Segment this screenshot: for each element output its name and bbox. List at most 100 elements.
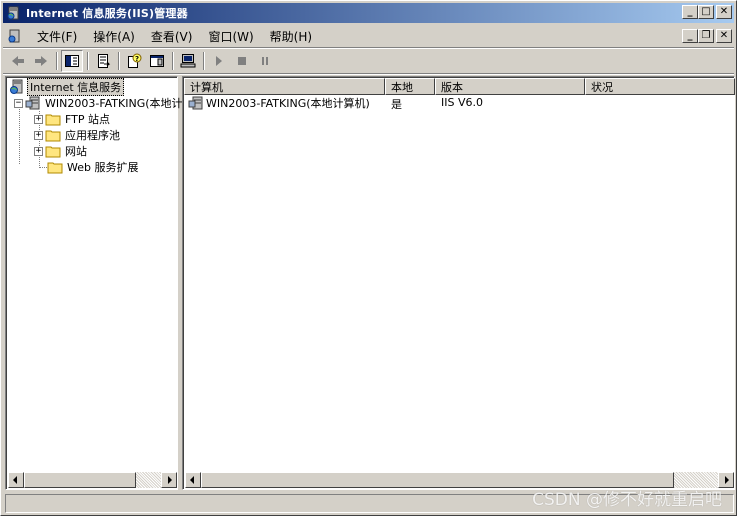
mmc-document-icon[interactable] xyxy=(7,28,23,44)
tree-item-web-extensions[interactable]: Web 服务扩展 xyxy=(47,159,140,175)
show-hide-tree-icon xyxy=(65,55,79,67)
scroll-left-icon xyxy=(13,476,17,484)
column-header-local[interactable]: 本地 xyxy=(385,78,435,95)
tree-item-app-pools[interactable]: + 应用程序池 xyxy=(34,127,122,143)
start-icon xyxy=(216,56,222,66)
title-bar[interactable]: Internet 信息服务(IIS)管理器 _ □ ✕ xyxy=(3,3,734,23)
back-icon xyxy=(12,56,24,66)
scroll-left-button[interactable] xyxy=(185,472,201,488)
folder-icon xyxy=(47,162,63,174)
list-pane[interactable]: 计算机 本地 版本 状况 WIN2003-FATKING(本地计算机) 是 II… xyxy=(182,76,735,490)
maximize-button[interactable]: □ xyxy=(698,5,714,19)
tree-pane-inner: Internet 信息服务 − WIN2003-FATKING(本地计算机) + xyxy=(6,77,209,489)
column-header-computer[interactable]: 计算机 xyxy=(184,78,385,95)
tree-pane[interactable]: Internet 信息服务 − WIN2003-FATKING(本地计算机) + xyxy=(5,76,209,490)
properties-icon xyxy=(150,55,164,67)
list-pane-inner: 计算机 本地 版本 状况 WIN2003-FATKING(本地计算机) 是 II… xyxy=(183,77,735,489)
scroll-left-icon xyxy=(190,476,194,484)
properties-button[interactable] xyxy=(146,50,168,72)
column-header-label: 状况 xyxy=(591,80,613,94)
server-icon xyxy=(188,96,203,110)
expand-icon[interactable]: + xyxy=(34,146,43,156)
column-header-label: 版本 xyxy=(441,80,463,94)
pause-icon xyxy=(262,57,268,65)
tree-item-websites[interactable]: + 网站 xyxy=(34,143,89,159)
toolbar-separator xyxy=(87,52,89,70)
collapse-icon[interactable]: − xyxy=(14,98,23,108)
tree-horizontal-scrollbar[interactable] xyxy=(8,472,177,488)
svg-text:?: ? xyxy=(135,55,139,63)
maximize-icon: □ xyxy=(701,6,711,17)
menu-help[interactable]: 帮助(H) xyxy=(262,26,320,47)
scroll-right-button[interactable] xyxy=(161,472,177,488)
minimize-icon: _ xyxy=(687,30,693,41)
watermark: CSDN @修不好就重启吧 xyxy=(532,490,722,510)
tree-item-ftp-sites[interactable]: + FTP 站点 xyxy=(34,111,112,127)
iis-manager-window: Internet 信息服务(IIS)管理器 _ □ ✕ 文件(F) 操作(A) … xyxy=(0,0,737,516)
cell-computer-text: WIN2003-FATKING(本地计算机) xyxy=(206,97,370,110)
close-icon: ✕ xyxy=(719,30,729,41)
table-row[interactable]: WIN2003-FATKING(本地计算机) 是 IIS V6.0 xyxy=(184,95,733,111)
tree-root[interactable]: Internet 信息服务 xyxy=(9,78,125,96)
cell-computer: WIN2003-FATKING(本地计算机) xyxy=(188,95,370,111)
export-list-icon xyxy=(98,54,111,68)
scroll-right-icon xyxy=(168,476,172,484)
tree-item-label: FTP 站点 xyxy=(65,113,110,126)
minimize-button[interactable]: _ xyxy=(682,5,698,19)
connect-computer-button[interactable] xyxy=(177,50,199,72)
tree-item-label: Web 服务扩展 xyxy=(67,161,139,174)
show-hide-tree-button[interactable] xyxy=(61,50,83,72)
menu-window[interactable]: 窗口(W) xyxy=(200,26,261,47)
toolbar-separator xyxy=(118,52,120,70)
server-icon xyxy=(25,96,40,110)
folder-icon xyxy=(45,130,61,142)
back-button[interactable] xyxy=(7,50,29,72)
iis-app-icon xyxy=(7,6,19,20)
cell-version: IIS V6.0 xyxy=(441,96,483,109)
menu-action[interactable]: 操作(A) xyxy=(85,26,143,47)
mdi-close-button[interactable]: ✕ xyxy=(716,29,732,43)
forward-button[interactable] xyxy=(30,50,52,72)
folder-icon xyxy=(45,114,61,126)
tree-root-label: Internet 信息服务 xyxy=(27,78,125,96)
folder-icon xyxy=(45,146,61,158)
scroll-left-button[interactable] xyxy=(8,472,24,488)
computer-icon xyxy=(180,54,196,68)
menu-view[interactable]: 查看(V) xyxy=(143,26,201,47)
forward-icon xyxy=(35,56,47,66)
stop-icon xyxy=(238,57,246,65)
minimize-icon: _ xyxy=(687,6,693,17)
toolbar-separator-bottom xyxy=(3,73,734,75)
toolbar-separator xyxy=(203,52,205,70)
expand-icon[interactable]: + xyxy=(34,114,43,124)
toolbar-separator xyxy=(172,52,174,70)
tree-connector xyxy=(39,167,47,168)
tree-item-label: 应用程序池 xyxy=(65,129,120,142)
restore-icon: ❐ xyxy=(701,30,711,41)
mdi-restore-button[interactable]: ❐ xyxy=(698,29,714,43)
tree-item-label: 网站 xyxy=(65,145,87,158)
menu-file[interactable]: 文件(F) xyxy=(29,26,85,47)
export-list-button[interactable] xyxy=(92,50,114,72)
tree-connector xyxy=(19,103,20,164)
close-button[interactable]: ✕ xyxy=(716,5,732,19)
scroll-thumb[interactable] xyxy=(24,472,136,488)
expand-icon[interactable]: + xyxy=(34,130,43,140)
column-header-label: 本地 xyxy=(391,80,413,94)
menu-bar: 文件(F) 操作(A) 查看(V) 窗口(W) 帮助(H) _ ❐ ✕ xyxy=(3,25,734,47)
help-button[interactable]: ? xyxy=(123,50,145,72)
column-header-version[interactable]: 版本 xyxy=(435,78,585,95)
scroll-right-icon xyxy=(725,476,729,484)
help-icon: ? xyxy=(128,53,142,68)
column-header-status[interactable]: 状况 xyxy=(585,78,735,95)
pause-button[interactable] xyxy=(254,50,276,72)
column-header-label: 计算机 xyxy=(190,80,223,94)
window-title: Internet 信息服务(IIS)管理器 xyxy=(26,7,188,20)
iis-root-icon xyxy=(10,79,23,94)
mdi-minimize-button[interactable]: _ xyxy=(682,29,698,43)
close-icon: ✕ xyxy=(719,6,729,17)
start-button[interactable] xyxy=(208,50,230,72)
cell-local: 是 xyxy=(391,98,402,111)
toolbar: ? xyxy=(3,49,734,73)
stop-button[interactable] xyxy=(231,50,253,72)
